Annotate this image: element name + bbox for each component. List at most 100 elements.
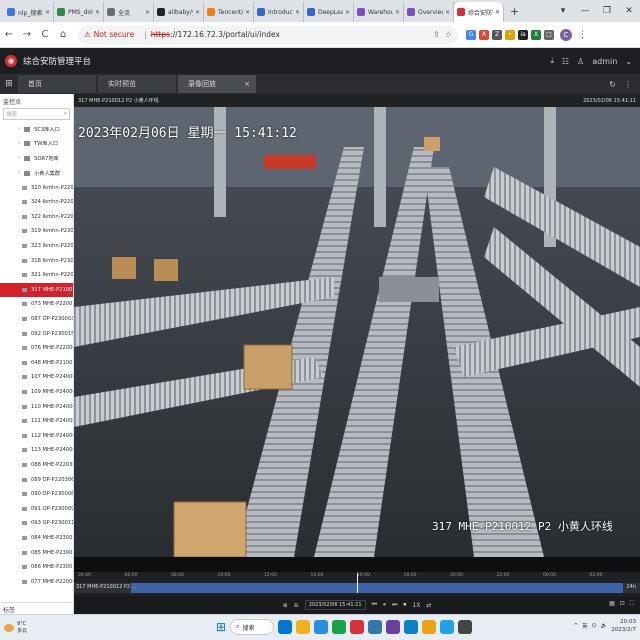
camera-item[interactable]: 110 MHE-P240004 P xyxy=(0,399,73,414)
camera-search-input[interactable]: 搜索 ⌕ xyxy=(3,108,70,120)
camera-item[interactable]: 087 OP-P230003 P3 xyxy=(0,312,73,327)
maximize-button[interactable]: ❐ xyxy=(596,6,618,16)
expand-caret-icon[interactable]: › xyxy=(18,141,20,147)
taskbar-app-icon[interactable] xyxy=(386,620,401,634)
camera-item[interactable]: 073 MHE-P220011 P xyxy=(0,297,73,312)
camera-item[interactable]: 076 MHE-P220004 P xyxy=(0,341,73,356)
camera-group[interactable]: › SOR7地库 xyxy=(0,151,73,166)
volume-icon[interactable]: 🔈 xyxy=(600,623,607,629)
browser-tab[interactable]: Warehouse✕ xyxy=(354,2,404,22)
search-icon[interactable]: ⌕ xyxy=(64,111,67,118)
browser-tab[interactable]: 全流 ✕ xyxy=(104,2,154,22)
browser-tab[interactable]: alibaby/ys...✕ xyxy=(154,2,204,22)
camera-item[interactable]: 048 MHE-P210011 P xyxy=(0,356,73,371)
not-secure-label[interactable]: Not secure xyxy=(94,30,134,39)
close-tab-icon[interactable]: ✕ xyxy=(295,9,300,16)
expand-caret-icon[interactable]: › xyxy=(18,155,20,161)
camera-item[interactable]: 086 MHE-P230014 P xyxy=(0,560,73,575)
taskbar-app-icon[interactable] xyxy=(440,620,455,634)
zoom-in-button[interactable]: ⊕ xyxy=(283,602,288,609)
camera-item[interactable]: 319 Ikmhn-P230026 xyxy=(0,224,73,239)
new-tab-button[interactable]: + xyxy=(510,2,519,22)
close-tab-icon[interactable]: ✕ xyxy=(495,9,500,16)
close-tab-icon[interactable]: ✕ xyxy=(45,9,50,16)
camera-item[interactable]: 111 MHE-P240005 P xyxy=(0,414,73,429)
browser-tab[interactable]: Overview✕ xyxy=(404,2,454,22)
extension-icon[interactable]: • xyxy=(505,29,515,40)
camera-item[interactable]: 091 OP-P230009 P3 xyxy=(0,501,73,516)
sync-button[interactable]: ⇄ xyxy=(426,602,431,609)
forward-button[interactable]: → xyxy=(18,29,36,40)
camera-item[interactable]: 077 MHE-P220005 P xyxy=(0,574,73,589)
camera-item[interactable]: 113 MHE-P240007 P xyxy=(0,443,73,458)
extension-icon[interactable]: G xyxy=(466,29,476,40)
taskbar-search[interactable]: ⌕ 搜索 xyxy=(230,619,275,635)
camera-item[interactable]: 320 Ikmhn-P220014 xyxy=(0,180,73,195)
camera-item[interactable]: 322 Ikmhn-P220018 xyxy=(0,210,73,225)
camera-item[interactable]: 112 MHE-P240006 P xyxy=(0,428,73,443)
username[interactable]: admin xyxy=(592,57,617,66)
tab-playback[interactable]: 录像回放 × xyxy=(178,75,256,93)
profile-avatar[interactable]: C xyxy=(560,28,572,41)
close-tab-icon[interactable]: ✕ xyxy=(195,9,200,16)
close-tab-icon[interactable]: ✕ xyxy=(345,9,350,16)
user-icon[interactable]: ♙ xyxy=(577,57,584,66)
camera-item[interactable]: 084 MHE-P230012 P xyxy=(0,531,73,546)
browser-tab[interactable]: DeepLearni...✕ xyxy=(304,2,354,22)
tab-search-icon[interactable]: ▾ xyxy=(552,6,574,16)
close-tab-icon[interactable]: ✕ xyxy=(245,9,250,16)
camera-item[interactable]: 089 OP-P220306 P3 xyxy=(0,472,73,487)
taskbar-app-icon[interactable] xyxy=(314,620,329,634)
timeline-zoom[interactable]: 24h xyxy=(626,584,636,590)
close-tab-icon[interactable]: ✕ xyxy=(445,9,450,16)
tab-close-icon[interactable]: × xyxy=(244,80,250,88)
extension-icon[interactable]: Z xyxy=(492,29,502,40)
layout-icon[interactable]: ▦ xyxy=(609,600,615,608)
snapshot-icon[interactable]: ⊡ xyxy=(620,600,625,608)
browser-tab[interactable]: 综合安防管理平...✕ xyxy=(454,2,504,22)
tab-live-preview[interactable]: 实时预览 xyxy=(98,75,176,93)
taskbar-app-icon[interactable] xyxy=(350,620,365,634)
home-button[interactable]: ⌂ xyxy=(54,29,72,40)
close-window-button[interactable]: ✕ xyxy=(618,6,640,16)
minimize-button[interactable]: — xyxy=(574,6,596,16)
extension-icon[interactable]: A xyxy=(479,29,489,40)
expand-caret-icon[interactable]: › xyxy=(18,126,20,132)
extension-icon[interactable]: ia xyxy=(518,29,528,40)
camera-item[interactable]: 085 MHE-P230013 P xyxy=(0,545,73,560)
grid-menu-icon[interactable]: ☷ xyxy=(562,57,569,66)
user-dropdown-icon[interactable]: ⌄ xyxy=(625,57,632,66)
playback-time-field[interactable]: 2023/02/06 15:41:11 xyxy=(304,600,366,610)
close-tab-icon[interactable]: ✕ xyxy=(95,9,100,16)
camera-item[interactable]: 092 OP-P230015 P3 xyxy=(0,326,73,341)
next-frame-button[interactable]: ⏭ xyxy=(392,601,397,609)
camera-item[interactable]: 109 MHE-P240002 P xyxy=(0,385,73,400)
more-icon[interactable]: ⋮ xyxy=(624,80,632,89)
taskbar-app-icon[interactable] xyxy=(422,620,437,634)
browser-menu-icon[interactable]: ⋮ xyxy=(578,30,587,40)
video-player[interactable]: 317 MHE-P210012 P2 小黄人环线 2023/02/06 15:4… xyxy=(74,94,640,572)
stop-button[interactable]: ⏹ xyxy=(403,601,406,609)
timeline-track[interactable]: 317 MHE-P210012 P2 ... 24h xyxy=(74,573,640,593)
sidebar-footer[interactable]: 标签 xyxy=(0,602,73,614)
extension-icon[interactable]: □ xyxy=(544,29,554,40)
reload-button[interactable]: C xyxy=(36,29,54,40)
taskbar-app-icon[interactable] xyxy=(278,620,293,634)
camera-item[interactable]: 088 MHE-P220305 xyxy=(0,458,73,473)
close-tab-icon[interactable]: ✕ xyxy=(395,9,400,16)
playback-timeline[interactable]: 04:00 06:00 08:00 10:00 12:00 14:00 16:00 18:00… xyxy=(74,572,640,596)
expand-caret-icon[interactable]: › xyxy=(18,170,20,176)
refresh-icon[interactable]: ↻ xyxy=(609,80,616,89)
close-tab-icon[interactable]: ✕ xyxy=(145,9,150,16)
extension-icon[interactable]: X xyxy=(531,29,541,40)
camera-group[interactable]: › SC3库入口 xyxy=(0,122,73,137)
camera-group[interactable]: › 小黄人集群 xyxy=(0,166,73,181)
download-icon[interactable]: ⤓ xyxy=(550,56,554,66)
weather-widget[interactable]: 9°C 多云 xyxy=(4,621,27,635)
warning-icon[interactable]: ⚠ xyxy=(84,30,91,39)
address-bar[interactable]: ⚠ Not secure | https ://172.16.72.3/port… xyxy=(78,25,458,44)
input-language[interactable]: 英 xyxy=(582,622,588,630)
tab-home[interactable]: 首页 xyxy=(18,75,96,93)
browser-tab[interactable]: nlp_搜索项目✕ xyxy=(4,2,54,22)
camera-item[interactable]: 093 OP-P230011 P3 xyxy=(0,516,73,531)
